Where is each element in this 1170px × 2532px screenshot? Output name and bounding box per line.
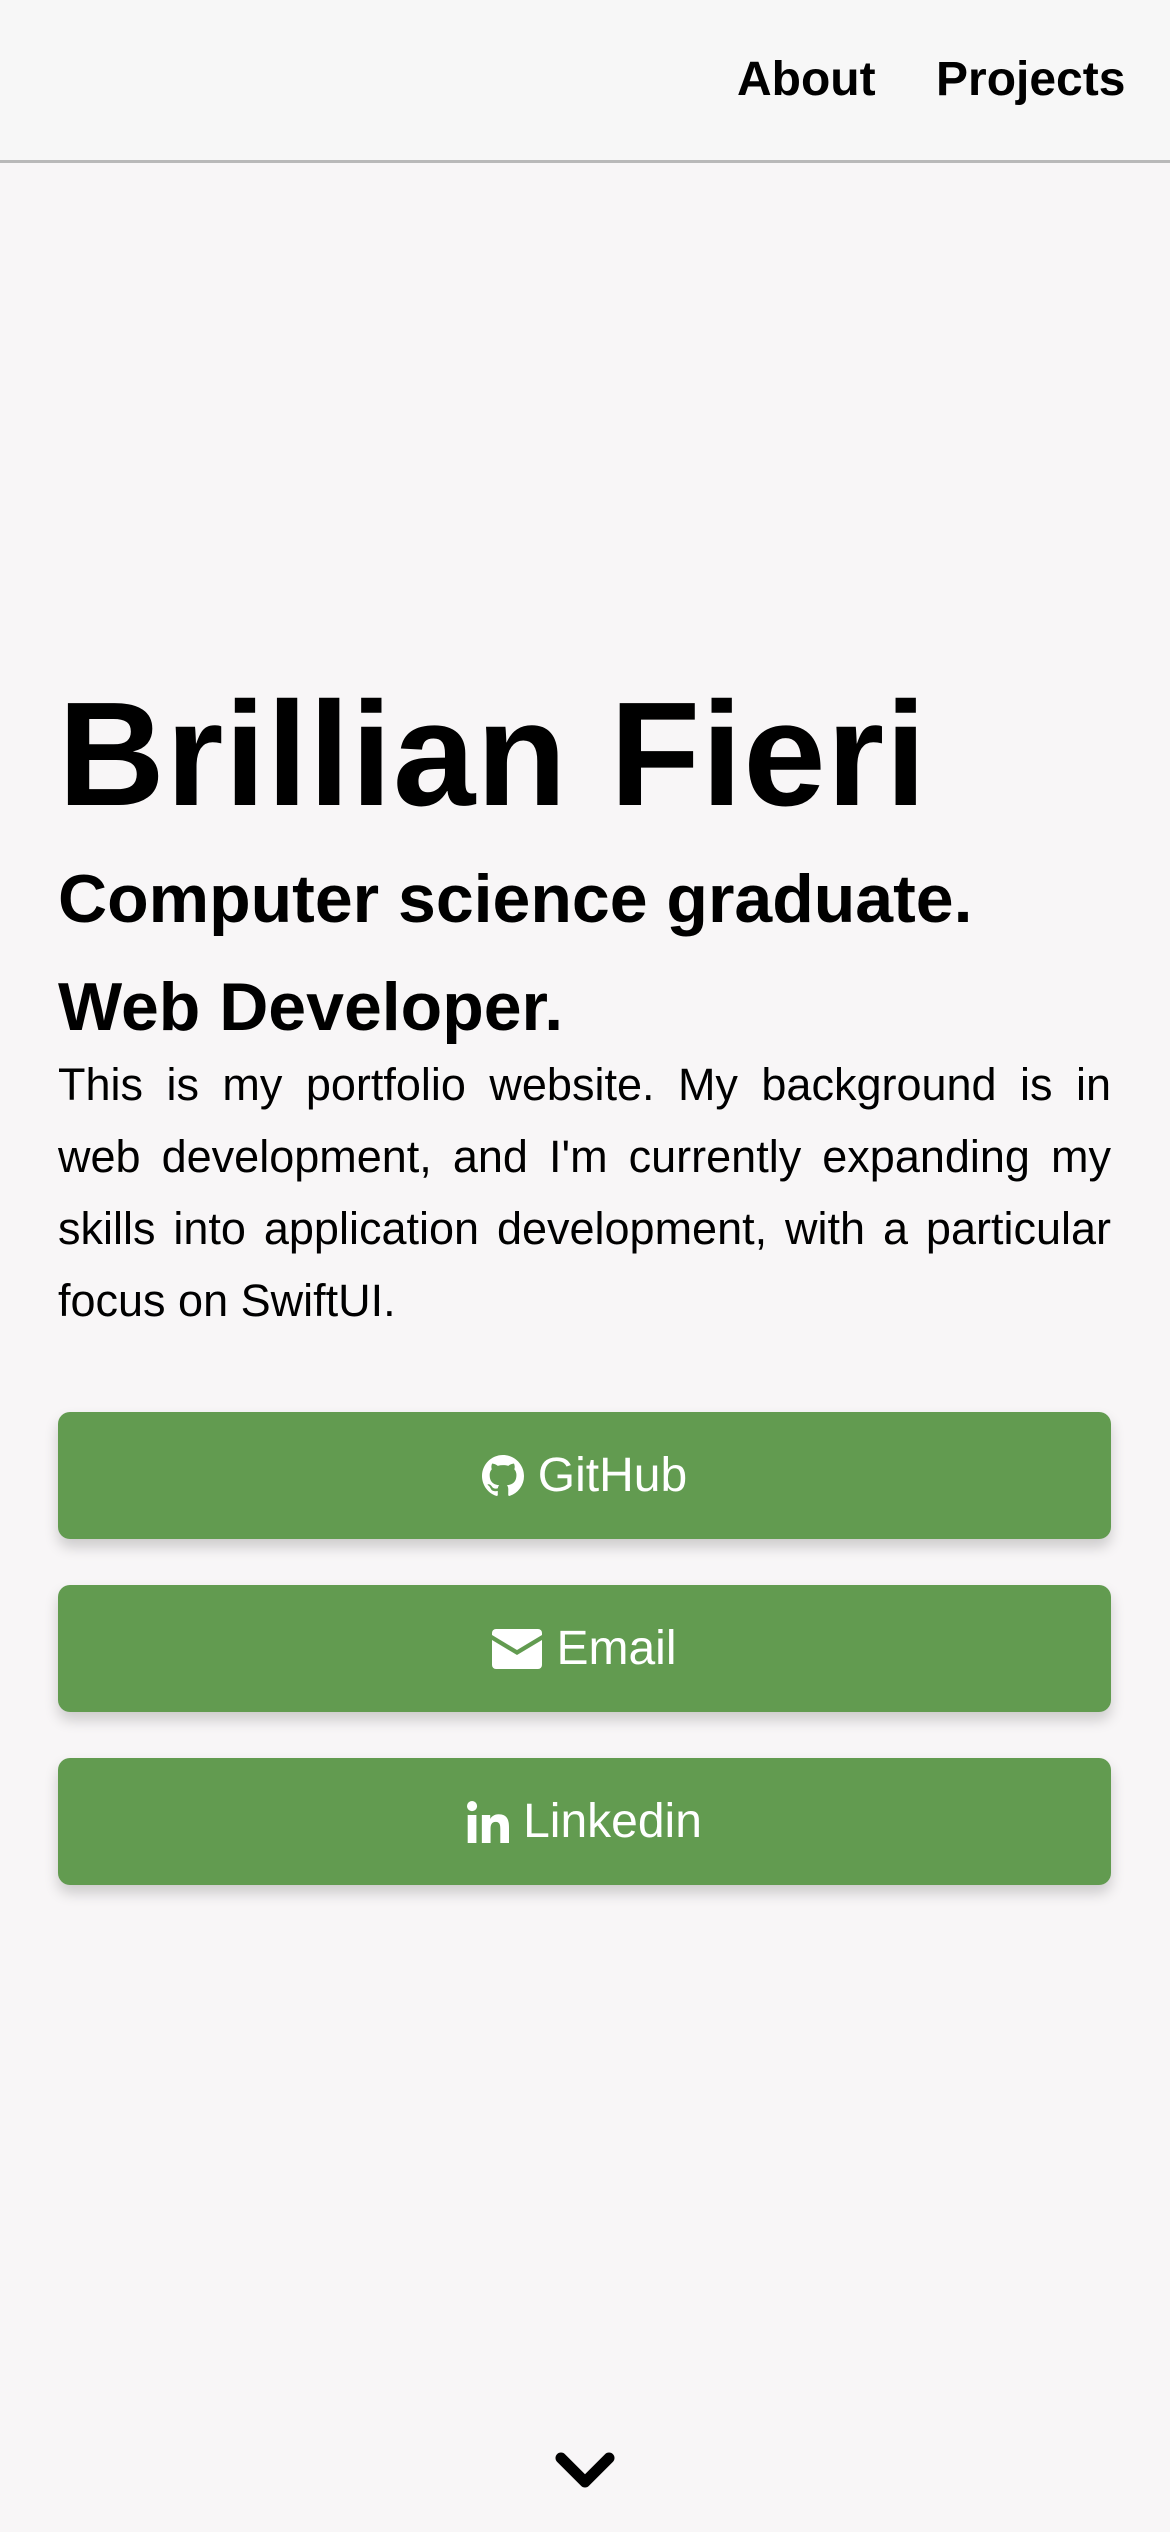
- hero-tagline-role: Web Developer.: [58, 969, 564, 1045]
- github-button[interactable]: GitHub: [58, 1412, 1111, 1539]
- chevron-down-icon: [555, 2452, 615, 2488]
- hero-tagline-education: Computer science graduate.: [58, 861, 973, 937]
- scroll-down-button[interactable]: [555, 2450, 615, 2494]
- hero-name: Brillian Fieri: [58, 672, 928, 837]
- github-button-label: GitHub: [537, 1449, 688, 1502]
- nav-link-projects[interactable]: Projects: [936, 50, 1125, 110]
- navbar: About Projects: [0, 0, 1170, 163]
- linkedin-icon: [467, 1800, 510, 1843]
- email-button-label: Email: [556, 1622, 677, 1675]
- envelope-icon: [492, 1628, 543, 1669]
- linkedin-button[interactable]: Linkedin: [58, 1758, 1111, 1885]
- linkedin-button-label: Linkedin: [523, 1795, 702, 1848]
- github-icon: [481, 1454, 524, 1497]
- social-buttons: GitHub Email Linkedin: [58, 1412, 1111, 1931]
- hero-description: This is my portfolio website. My backgro…: [58, 1059, 1111, 1326]
- email-button[interactable]: Email: [58, 1585, 1111, 1712]
- hero-section: Brillian Fieri Computer science graduate…: [58, 670, 1111, 1337]
- nav-link-about[interactable]: About: [737, 50, 876, 110]
- page: About Projects Brillian Fieri Computer s…: [0, 0, 1170, 2532]
